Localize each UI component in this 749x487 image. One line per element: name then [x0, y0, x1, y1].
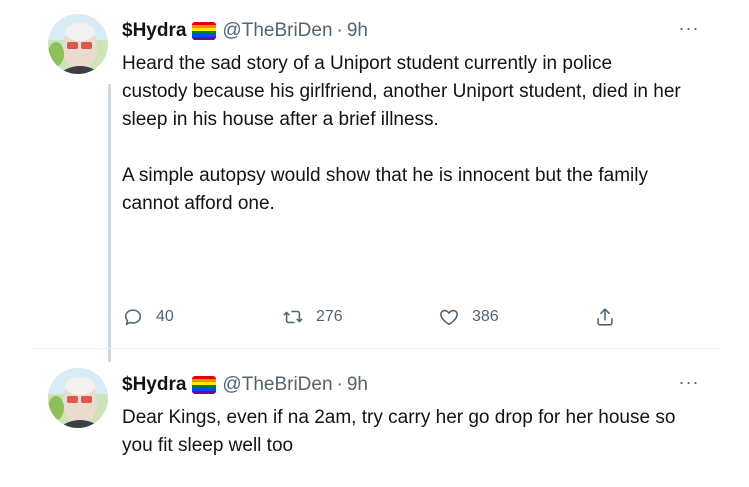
share-icon	[597, 308, 613, 326]
retweet-button[interactable]: 276	[282, 306, 343, 328]
rainbow-flag-icon	[192, 376, 217, 394]
separator-dot: ·	[336, 374, 343, 395]
like-button[interactable]: 386	[438, 306, 499, 328]
tweet-header: $Hydra @TheBriDen · 9h ···	[122, 372, 704, 398]
tweet-paragraph: A simple autopsy would show that he is i…	[122, 165, 648, 214]
user-handle[interactable]: @TheBriDen	[222, 374, 332, 396]
tweet[interactable]: $Hydra @TheBriDen · 9h ··· Heard the sad…	[32, 0, 720, 362]
display-name[interactable]: $Hydra	[122, 20, 186, 42]
timestamp[interactable]: 9h	[347, 20, 368, 42]
reply-icon	[124, 309, 142, 326]
share-button[interactable]	[594, 306, 616, 328]
retweet-count: 276	[316, 308, 343, 325]
avatar[interactable]	[48, 368, 108, 428]
tweet-text: Dear Kings, even if na 2am, try carry he…	[122, 404, 682, 460]
tweet-paragraph: Heard the sad story of a Uniport student…	[122, 53, 681, 130]
like-icon	[440, 309, 458, 326]
separator-dot: ·	[336, 20, 343, 41]
tweet-thread: $Hydra @TheBriDen · 9h ··· Heard the sad…	[32, 0, 720, 487]
tweet-paragraph: Dear Kings, even if na 2am, try carry he…	[122, 407, 676, 456]
tweet[interactable]: $Hydra @TheBriDen · 9h ··· Dear Kings, e…	[32, 348, 720, 487]
rainbow-flag-icon	[192, 22, 217, 40]
timestamp[interactable]: 9h	[347, 374, 368, 396]
reply-count: 40	[156, 308, 174, 325]
retweet-icon	[283, 310, 303, 324]
tweet-content: $Hydra @TheBriDen · 9h ··· Dear Kings, e…	[122, 372, 704, 460]
tweet-text: Heard the sad story of a Uniport student…	[122, 50, 682, 218]
tweet-header: $Hydra @TheBriDen · 9h ···	[122, 18, 704, 44]
display-name[interactable]: $Hydra	[122, 374, 186, 396]
user-handle[interactable]: @TheBriDen	[222, 20, 332, 42]
tweet-content: $Hydra @TheBriDen · 9h ··· Heard the sad…	[122, 18, 704, 326]
more-options-icon[interactable]: ···	[674, 372, 704, 396]
like-count: 386	[472, 308, 499, 325]
avatar[interactable]	[48, 14, 108, 74]
more-options-icon[interactable]: ···	[674, 18, 704, 42]
reply-button[interactable]: 40	[122, 306, 174, 328]
thread-connector-line	[108, 84, 111, 362]
tweet-divider	[32, 348, 720, 349]
